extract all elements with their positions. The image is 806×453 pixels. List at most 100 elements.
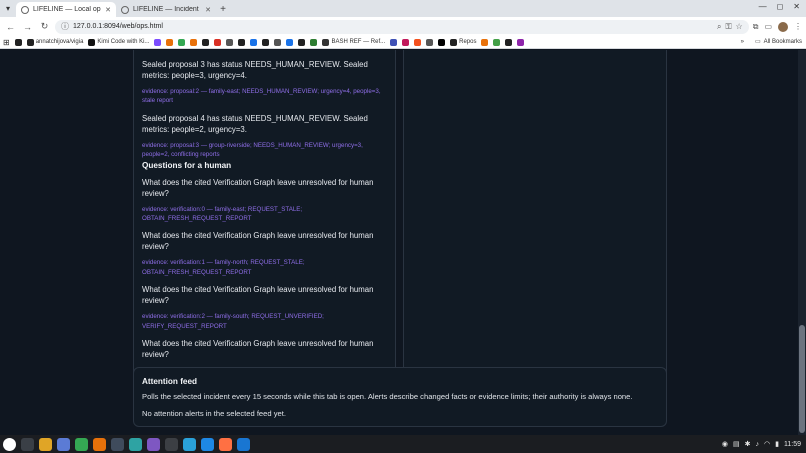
close-window-icon[interactable]: ✕ <box>793 2 800 11</box>
taskbar-app-icon[interactable] <box>93 437 106 451</box>
taskbar-app-icon[interactable] <box>111 437 124 451</box>
taskbar-app-icon[interactable] <box>147 437 160 451</box>
statement-text: What does the cited Verification Graph l… <box>142 231 374 252</box>
minimize-icon[interactable]: — <box>759 2 767 11</box>
bookmark-item[interactable] <box>310 38 318 46</box>
bookmark-item[interactable] <box>481 38 489 46</box>
bookmark-item[interactable] <box>402 38 410 46</box>
bookmark-item[interactable] <box>414 38 422 46</box>
launcher-icon[interactable] <box>3 437 16 451</box>
bookmark-item[interactable] <box>154 38 162 46</box>
menu-icon[interactable]: ⋮ <box>794 22 802 31</box>
forward-icon[interactable]: → <box>21 20 34 33</box>
taskbar-app-icon[interactable] <box>219 437 232 451</box>
taskbar-app-icon[interactable] <box>129 437 142 451</box>
taskbar-app-icon[interactable] <box>165 437 178 451</box>
taskbar-app-icon[interactable] <box>75 437 88 451</box>
bookmarks-bar: ⊞ annatchijova/vigia Kimi Code with Ki...… <box>0 36 806 49</box>
bookmark-item[interactable] <box>262 38 270 46</box>
bookmark-item[interactable]: Kimi Code with Ki... <box>88 38 149 46</box>
bookmark-item[interactable] <box>286 38 294 46</box>
bookmark-item[interactable] <box>202 38 210 46</box>
bookmark-favicon-icon <box>481 38 489 46</box>
bookmark-item[interactable]: BASH REF — Ref... <box>322 38 386 46</box>
taskbar-app-icon[interactable] <box>57 437 70 451</box>
split-view-icon[interactable]: ▭ <box>764 22 772 31</box>
bookmark-item[interactable]: annatchijova/vigia <box>26 38 83 46</box>
tab-local-operations[interactable]: LIFELINE — Local operations ✕ <box>16 2 116 17</box>
bookmark-favicon-icon <box>505 38 513 46</box>
steam-icon[interactable]: ◉ <box>722 440 728 448</box>
bookmark-item[interactable]: Repos <box>450 38 476 46</box>
bookmark-item[interactable] <box>190 38 198 46</box>
bookmark-favicon-icon <box>202 38 210 46</box>
clock[interactable]: 11:59 <box>784 441 801 448</box>
address-bar[interactable]: ⓘ 127.0.0.1:8094/web/ops.html ⌕ ⚿ ☆ <box>55 19 749 34</box>
taskbar-app-icon[interactable] <box>21 437 34 451</box>
bookmark-item[interactable] <box>178 38 186 46</box>
battery-icon[interactable]: ▮ <box>775 440 779 448</box>
taskbar-app-icon[interactable] <box>183 437 196 451</box>
bookmark-favicon-icon <box>450 38 458 46</box>
bookmark-favicon-icon <box>214 38 222 46</box>
evidence-citation[interactable]: evidence: proposal:2 — family-east; NEED… <box>142 87 387 106</box>
url-text: 127.0.0.1:8094/web/ops.html <box>73 23 163 30</box>
window-controls: — ◻ ✕ <box>759 2 800 11</box>
evidence-citation[interactable]: evidence: verification:1 — family-north;… <box>142 258 387 277</box>
zoom-icon[interactable]: ⌕ <box>717 22 721 32</box>
maximize-icon[interactable]: ◻ <box>777 2 784 11</box>
tab-incident-room[interactable]: LIFELINE — Incident room ✕ <box>116 2 216 17</box>
bookmark-item[interactable] <box>390 38 398 46</box>
bookmark-item[interactable] <box>274 38 282 46</box>
chevron-right-icon[interactable]: » <box>741 39 744 45</box>
bookmark-item[interactable] <box>493 38 501 46</box>
taskbar-app-icon[interactable] <box>39 437 52 451</box>
evidence-citation[interactable]: evidence: proposal:3 — group-riverside; … <box>142 141 387 160</box>
evidence-citation[interactable]: evidence: verification:0 — family-east; … <box>142 205 387 224</box>
close-tab-icon[interactable]: ✕ <box>105 6 111 14</box>
bookmark-item[interactable] <box>166 38 174 46</box>
section-heading: Questions for a human <box>142 160 232 170</box>
bookmark-item[interactable] <box>250 38 258 46</box>
taskbar-app-icon[interactable] <box>201 437 214 451</box>
bookmark-item[interactable] <box>226 38 234 46</box>
globe-icon <box>21 5 29 14</box>
evidence-citation[interactable]: evidence: verification:2 — family-south;… <box>142 312 387 331</box>
bookmark-item[interactable] <box>517 38 525 46</box>
bookmark-item[interactable] <box>426 38 434 46</box>
password-key-icon[interactable]: ⚿ <box>725 22 731 32</box>
bookmark-favicon-icon <box>322 38 330 46</box>
taskbar-app-icon[interactable] <box>237 437 250 451</box>
bookmark-favicon-icon <box>310 38 318 46</box>
back-icon[interactable]: ← <box>4 20 17 33</box>
bookmark-item[interactable] <box>14 38 22 46</box>
close-tab-icon[interactable]: ✕ <box>205 6 211 14</box>
bookmark-list: annatchijova/vigia Kimi Code with Ki... BA… <box>14 38 525 46</box>
bookmark-favicon-icon <box>166 38 174 46</box>
bookmark-label: BASH REF — Ref... <box>331 39 386 45</box>
bookmark-star-icon[interactable]: ☆ <box>736 22 743 31</box>
bookmark-item[interactable] <box>238 38 246 46</box>
site-info-icon[interactable]: ⓘ <box>61 21 69 32</box>
bookmark-item[interactable] <box>298 38 306 46</box>
wifi-icon[interactable]: ◠ <box>764 440 770 448</box>
apps-grid-icon[interactable]: ⊞ <box>3 38 10 47</box>
bookmark-item[interactable] <box>438 38 446 46</box>
new-tab-button[interactable]: + <box>216 2 230 17</box>
bookmark-favicon-icon <box>226 38 234 46</box>
taskbar-apps <box>3 437 255 451</box>
reload-icon[interactable]: ↻ <box>38 20 51 33</box>
clipboard-icon[interactable]: ▤ <box>733 440 740 448</box>
tab-list-icon[interactable]: ▾ <box>0 0 16 17</box>
profile-avatar[interactable] <box>778 21 788 32</box>
bookmark-item[interactable] <box>505 38 513 46</box>
all-bookmarks[interactable]: » ▭ All Bookmarks <box>736 38 802 45</box>
bookmark-item[interactable] <box>214 38 222 46</box>
page-scroll-thumb[interactable] <box>799 325 805 433</box>
bluetooth-icon[interactable]: ✱ <box>745 440 751 448</box>
volume-icon[interactable]: ♪ <box>756 441 760 448</box>
attention-feed-empty: No attention alerts in the selected feed… <box>142 409 286 418</box>
bookmark-favicon-icon <box>262 38 270 46</box>
extensions-icon[interactable]: ⧉ <box>753 22 759 32</box>
bookmark-favicon-icon <box>14 38 22 46</box>
